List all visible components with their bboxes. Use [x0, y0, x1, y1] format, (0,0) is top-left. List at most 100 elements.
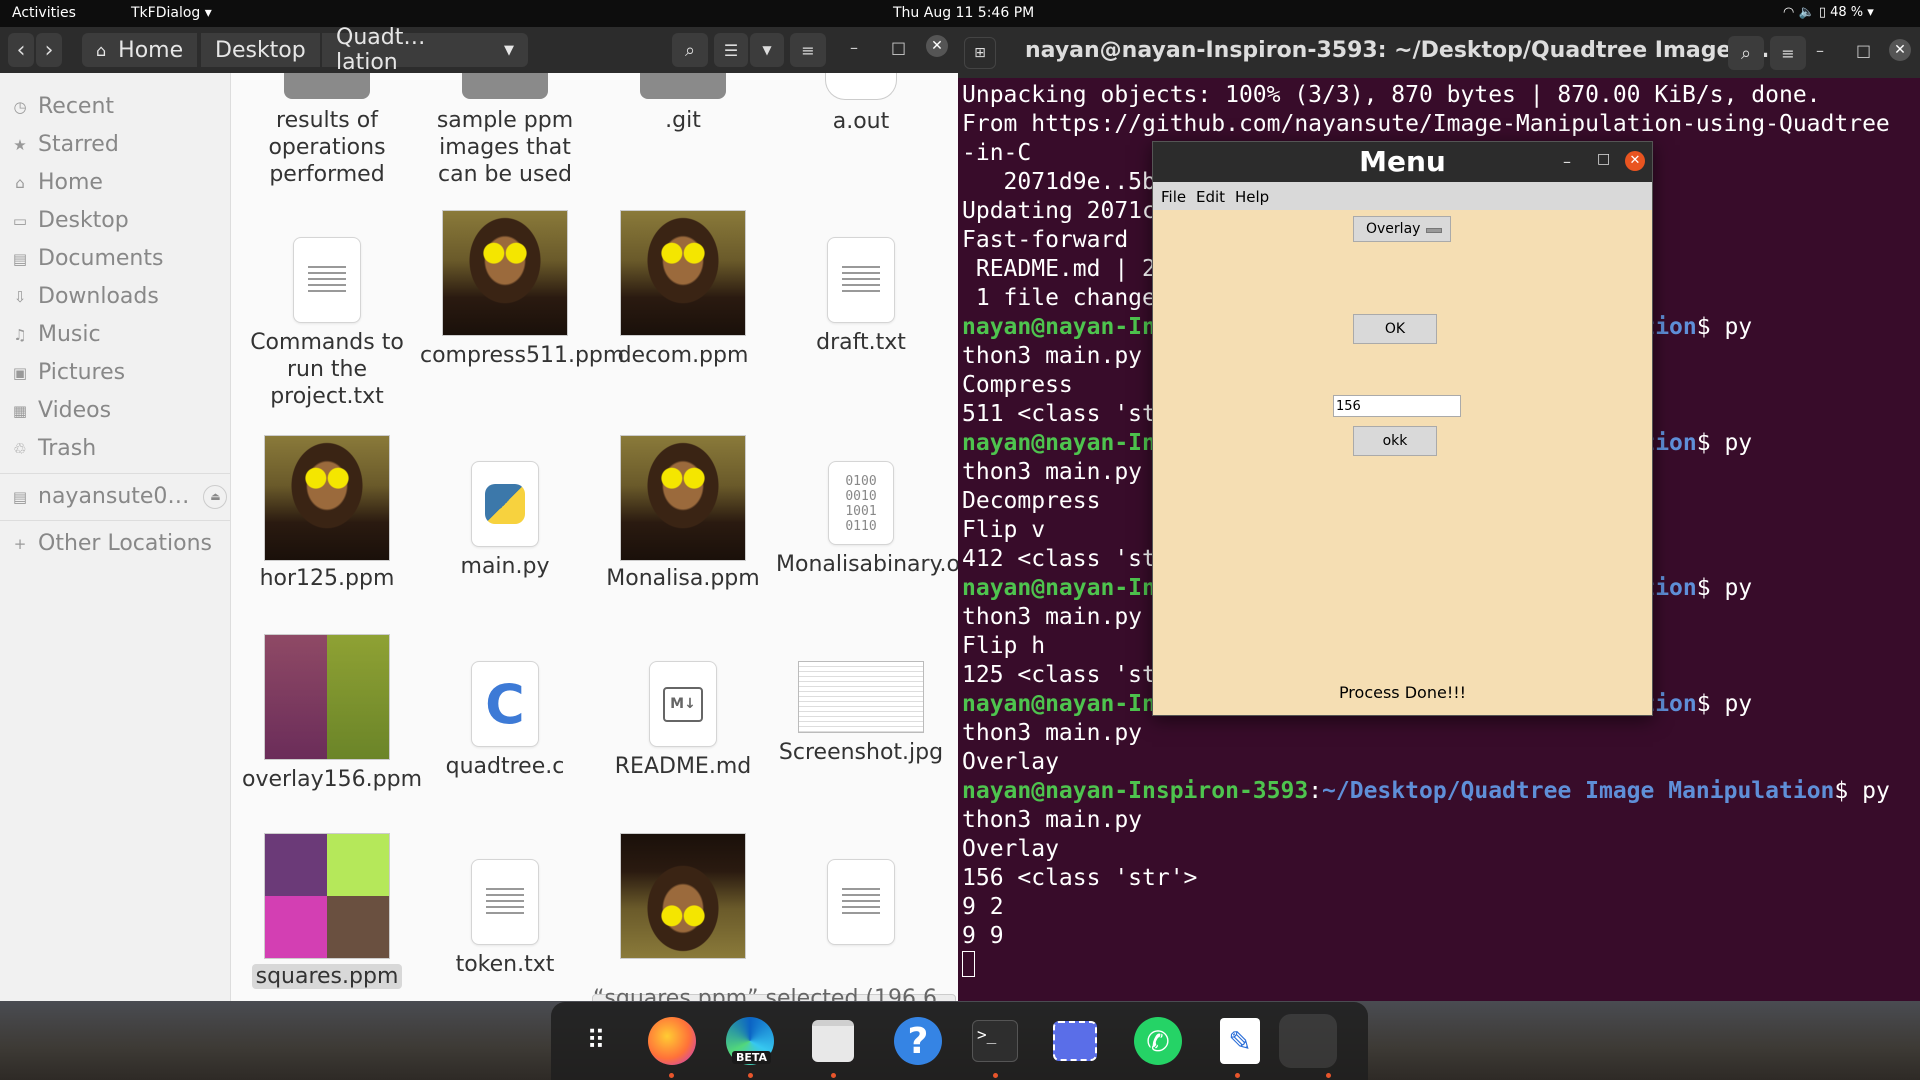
file-item[interactable]: draft.txt	[776, 237, 946, 356]
file-item[interactable]: compress511.ppm	[420, 210, 624, 369]
search-icon: ⌕	[684, 39, 696, 61]
new-tab-button[interactable]: ⊞	[964, 37, 996, 69]
view-options-button[interactable]: ▼	[750, 33, 784, 67]
ok-button[interactable]: OK	[1353, 314, 1437, 344]
maximize-button[interactable]: □	[1597, 151, 1610, 167]
file-item[interactable]: Monalisa.ppm	[598, 435, 768, 592]
file-item[interactable]: decom.ppm	[598, 210, 768, 369]
c-file-icon: C	[471, 661, 539, 747]
menu-button[interactable]: ≡	[790, 33, 826, 67]
sidebar-item-label: Trash	[38, 436, 97, 461]
sidebar-item-drive[interactable]: ▤ nayansute0… ⏏	[12, 484, 228, 509]
activities-button[interactable]: Activities	[12, 5, 76, 21]
clock-icon: ◷	[13, 97, 27, 116]
clock[interactable]: Thu Aug 11 5:46 PM	[893, 5, 1034, 21]
prompt-user: nayan@nayan-In	[962, 575, 1156, 601]
breadcrumb-current[interactable]: Quadt…lation ▼	[322, 25, 528, 75]
maximize-button[interactable]: □	[1856, 41, 1871, 60]
file-item[interactable]: results of operations performed	[242, 73, 412, 188]
forward-button[interactable]: ›	[36, 33, 62, 67]
sidebar-item-desktop[interactable]: ▭ Desktop	[12, 208, 129, 233]
search-button[interactable]: ⌕	[1728, 36, 1764, 70]
sidebar-item-pictures[interactable]: ▣ Pictures	[12, 360, 125, 385]
file-item[interactable]: Screenshot.jpg	[776, 634, 946, 766]
documents-icon: ▤	[12, 249, 28, 268]
sidebar-item-downloads[interactable]: ⇩ Downloads	[12, 284, 159, 309]
image-thumbnail	[798, 661, 924, 733]
terminal-line: 9 2	[962, 894, 1004, 920]
firefox-icon[interactable]	[645, 1014, 699, 1068]
menu-button[interactable]: ≡	[1770, 36, 1806, 70]
file-item[interactable]: a.out	[776, 73, 946, 135]
running-indicator	[748, 1073, 753, 1078]
menu-bar: File Edit Help	[1153, 182, 1652, 210]
view-toggle-button[interactable]: ☰	[714, 33, 748, 67]
search-button[interactable]: ⌕	[672, 33, 708, 67]
file-item-selected[interactable]: squares.ppm	[242, 833, 412, 990]
file-item[interactable]: M↓ README.md	[598, 661, 768, 780]
sidebar-item-videos[interactable]: ▦ Videos	[12, 398, 111, 423]
text-editor-icon[interactable]: ✎	[1213, 1014, 1267, 1068]
places-sidebar: ◷ Recent ★ Starred ⌂ Home ▭ Desktop ▤ Documen…	[0, 73, 231, 1001]
breadcrumb-desktop[interactable]: Desktop	[201, 33, 320, 67]
file-item[interactable]: 0100001010010110 Monalisabinary.out	[776, 461, 958, 578]
close-button[interactable]: ✕	[1889, 39, 1911, 61]
file-item[interactable]: main.py	[420, 461, 590, 580]
file-label: Monalisa.ppm	[606, 566, 760, 591]
file-item[interactable]: C quadtree.c	[420, 661, 590, 780]
eject-icon[interactable]: ⏏	[203, 484, 228, 509]
okk-button[interactable]: okk	[1353, 426, 1437, 456]
sidebar-item-label: nayansute0…	[38, 484, 190, 509]
sidebar-item-home[interactable]: ⌂ Home	[12, 170, 103, 195]
sidebar-item-starred[interactable]: ★ Starred	[12, 132, 119, 157]
sidebar-item-documents[interactable]: ▤ Documents	[12, 246, 164, 271]
terminal-line: From https://github.com/nayansute/Image-…	[962, 111, 1890, 137]
file-item[interactable]: sample ppm images that can be used	[420, 73, 590, 188]
sidebar-item-music[interactable]: ♫ Music	[12, 322, 100, 347]
back-button[interactable]: ‹	[8, 33, 34, 67]
minimize-button[interactable]: –	[1563, 152, 1571, 171]
sidebar-item-label: Documents	[38, 246, 164, 271]
file-item[interactable]: Commands to run the project.txt	[242, 237, 412, 410]
terminal-icon[interactable]: >_	[968, 1014, 1022, 1068]
edge-beta-icon[interactable]: BETA	[723, 1014, 777, 1068]
screenshot-icon[interactable]	[1048, 1014, 1102, 1068]
menu-file[interactable]: File	[1161, 188, 1186, 206]
app-grid-icon[interactable]: ⠿	[569, 1014, 623, 1068]
tk-app-icon[interactable]	[1279, 1014, 1337, 1068]
minimize-button[interactable]: –	[1816, 41, 1824, 60]
operation-dropdown[interactable]: Overlay	[1353, 216, 1451, 242]
app-menu[interactable]: TkFDialog ▾	[131, 5, 212, 21]
file-label: hor125.ppm	[259, 566, 395, 591]
sidebar-item-recent[interactable]: ◷ Recent	[12, 94, 114, 119]
whatsapp-icon[interactable]: ✆	[1131, 1014, 1185, 1068]
breadcrumb-home[interactable]: ⌂ Home	[82, 33, 198, 67]
file-item[interactable]	[598, 833, 768, 959]
minimize-button[interactable]: –	[850, 38, 858, 57]
file-item[interactable]: token.txt	[420, 859, 590, 978]
file-item[interactable]: overlay156.ppm	[242, 634, 422, 793]
text-file-icon	[827, 859, 895, 945]
close-button[interactable]: ✕	[926, 35, 948, 57]
downloads-icon: ⇩	[13, 287, 27, 306]
file-item[interactable]: hor125.ppm	[242, 435, 412, 592]
menu-edit[interactable]: Edit	[1196, 188, 1225, 206]
close-button[interactable]: ✕	[1625, 151, 1645, 171]
menu-help[interactable]: Help	[1235, 188, 1269, 206]
sidebar-item-other-locations[interactable]: + Other Locations	[12, 531, 212, 556]
executable-icon	[825, 73, 897, 100]
image-thumbnail	[620, 435, 746, 561]
files-icon[interactable]	[806, 1014, 860, 1068]
help-icon[interactable]: ?	[891, 1014, 945, 1068]
system-tray[interactable]: ◠ 🔈 ▯ 48 % ▾	[1783, 5, 1874, 20]
file-item[interactable]: .git	[598, 73, 768, 134]
file-item[interactable]	[776, 859, 946, 945]
maximize-button[interactable]: □	[891, 38, 906, 57]
text-file-icon	[827, 237, 895, 323]
dropdown-value: Overlay	[1366, 221, 1421, 237]
sidebar-item-trash[interactable]: ♲ Trash	[12, 436, 96, 461]
sidebar-item-label: Other Locations	[38, 531, 212, 556]
value-input[interactable]	[1333, 395, 1461, 417]
list-view-icon: ☰	[723, 40, 739, 60]
prompt-user: nayan@nayan-In	[962, 691, 1156, 717]
